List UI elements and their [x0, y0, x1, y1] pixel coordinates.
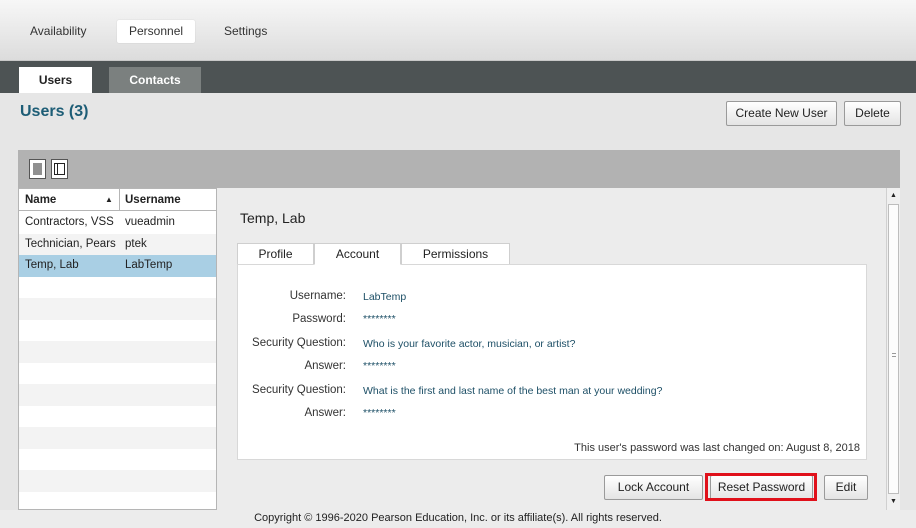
create-new-user-button[interactable]: Create New User — [726, 101, 837, 126]
reset-password-button[interactable]: Reset Password — [710, 475, 813, 500]
tab-personnel[interactable]: Personnel — [117, 20, 196, 43]
row-username: LabTemp — [125, 259, 173, 271]
security-question-value: Who is your favorite actor, musician, or… — [363, 338, 576, 350]
answer-label: Answer: — [304, 360, 346, 372]
row-username: ptek — [125, 237, 147, 250]
password-value: ******** — [363, 313, 396, 325]
row-username: vueadmin — [125, 216, 175, 228]
list-row[interactable]: Contractors, VSS vueadmin — [19, 212, 216, 234]
answer-label: Answer: — [304, 407, 346, 419]
username-value: LabTemp — [363, 291, 407, 303]
account-details: Username: LabTemp Password: ******** Sec… — [237, 264, 867, 460]
tab-settings[interactable]: Settings — [212, 20, 279, 43]
tab-account[interactable]: Account — [314, 243, 401, 265]
empty-row — [19, 298, 216, 320]
scroll-down-icon[interactable]: ▼ — [887, 495, 900, 509]
empty-row — [19, 384, 216, 406]
answer-value: ******** — [363, 407, 396, 419]
list-row-selected[interactable]: Temp, Lab LabTemp — [19, 255, 216, 277]
password-label: Password: — [292, 313, 346, 325]
page-title: Users (3) — [20, 103, 89, 120]
tab-availability[interactable]: Availability — [18, 20, 98, 43]
split-view-icon[interactable] — [51, 159, 68, 179]
empty-row — [19, 427, 216, 449]
column-divider — [119, 189, 120, 211]
password-last-changed: This user's password was last changed on… — [574, 442, 860, 454]
user-detail-panel: Temp, Lab Profile Account Permissions Us… — [217, 188, 886, 510]
tab-contacts[interactable]: Contacts — [109, 67, 201, 93]
security-question-label: Security Question: — [252, 337, 346, 349]
column-header-username[interactable]: Username — [125, 189, 181, 211]
empty-row — [19, 470, 216, 492]
detail-title: Temp, Lab — [240, 210, 306, 226]
sub-nav-bar: Users Contacts — [0, 61, 916, 93]
row-name: Contractors, VSS — [25, 216, 114, 228]
security-question-label: Security Question: — [252, 384, 346, 396]
delete-button[interactable]: Delete — [844, 101, 901, 126]
sort-ascending-icon: ▲ — [105, 195, 113, 204]
scroll-thumb[interactable] — [888, 204, 899, 494]
row-name: Technician, Pears — [25, 237, 116, 250]
security-question-value: What is the first and last name of the b… — [363, 385, 663, 397]
username-label: Username: — [289, 290, 346, 302]
tab-profile[interactable]: Profile — [237, 243, 314, 265]
grid-toolbar — [18, 150, 900, 188]
list-row[interactable]: Technician, Pears ptek — [19, 233, 216, 255]
top-nav-bar: Availability Personnel Settings — [0, 0, 916, 61]
detail-scrollbar[interactable]: ▲ ▼ — [886, 188, 900, 510]
copyright-footer: Copyright © 1996-2020 Pearson Education,… — [0, 510, 916, 528]
user-list: Name ▲ Username Contractors, VSS vueadmi… — [18, 188, 217, 510]
row-name: Temp, Lab — [25, 259, 79, 271]
list-header: Name ▲ Username — [19, 189, 216, 211]
tab-permissions[interactable]: Permissions — [401, 243, 510, 265]
grip-icon — [892, 353, 896, 357]
edit-button[interactable]: Edit — [824, 475, 868, 500]
tab-users[interactable]: Users — [19, 67, 92, 93]
scroll-up-icon[interactable]: ▲ — [887, 189, 900, 203]
lock-account-button[interactable]: Lock Account — [604, 475, 703, 500]
column-header-name[interactable]: Name — [25, 189, 56, 211]
list-view-icon[interactable] — [29, 159, 46, 179]
empty-row — [19, 341, 216, 363]
answer-value: ******** — [363, 360, 396, 372]
